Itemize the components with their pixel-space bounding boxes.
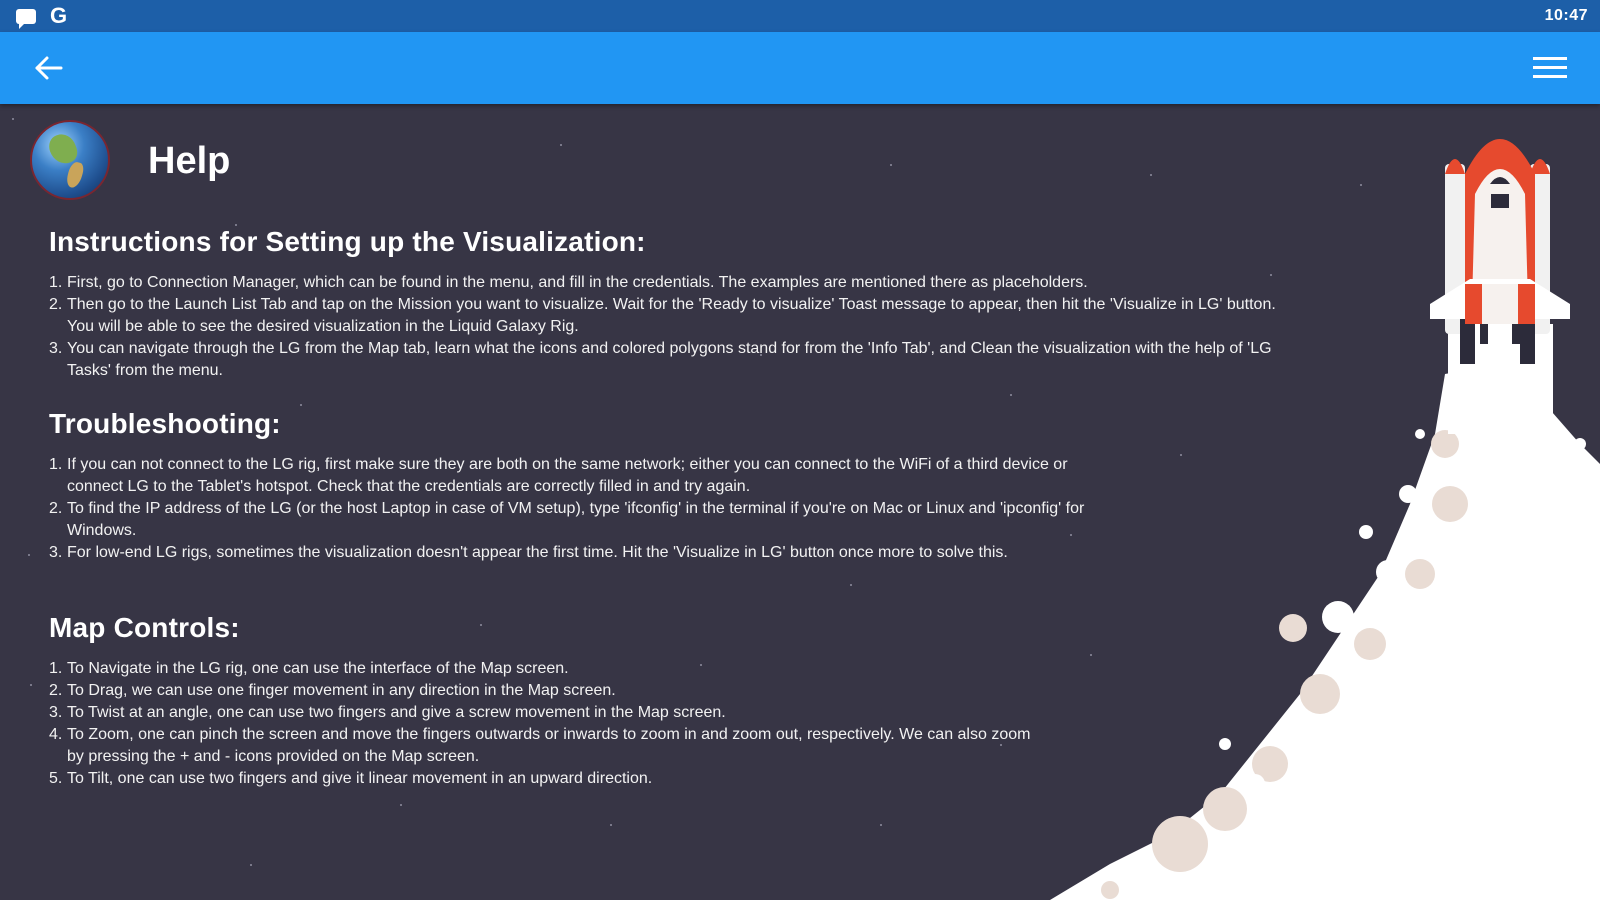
- arrow-left-icon: [35, 56, 63, 80]
- hamburger-menu-icon: [1533, 57, 1567, 78]
- back-button[interactable]: [28, 48, 68, 88]
- section-troubleshooting: Troubleshooting: 1. If you can not connec…: [49, 408, 1109, 564]
- list-item: 3. For low-end LG rigs, sometimes the vis…: [49, 544, 1008, 561]
- troubleshooting-list: 1. If you can not connect to the LG rig, …: [49, 454, 1109, 564]
- globe-icon: [30, 120, 110, 200]
- status-time: 10:47: [1544, 7, 1588, 24]
- list-item: 2. To find the IP address of the LG (or t…: [49, 500, 1085, 539]
- smoke-cloud: [1050, 364, 1600, 900]
- status-icons: G: [16, 3, 68, 29]
- list-item: 1. If you can not connect to the LG rig, …: [49, 456, 1068, 495]
- map-controls-list: 1. To Navigate in the LG rig, one can use…: [49, 658, 1049, 790]
- list-item: 2. To Drag, we can use one finger movemen…: [49, 682, 616, 699]
- section-heading: Map Controls:: [49, 612, 240, 643]
- page-title: Help: [148, 140, 231, 182]
- list-item: 1. To Navigate in the LG rig, one can use…: [49, 660, 569, 677]
- help-content: Help Instructions for Setting up the Vis…: [0, 104, 1600, 900]
- list-item: 3. To Twist at an angle, one can use two …: [49, 704, 726, 721]
- google-icon: G: [50, 3, 68, 28]
- rocket-launch-illustration: [1050, 139, 1600, 900]
- section-heading: Troubleshooting:: [49, 408, 281, 439]
- section-map-controls: Map Controls: 1. To Navigate in the LG ri…: [49, 612, 1049, 790]
- menu-button[interactable]: [1530, 48, 1570, 88]
- status-bar: G 10:47: [0, 0, 1600, 32]
- message-icon: [16, 8, 36, 29]
- app-bar: [0, 32, 1600, 104]
- list-item: 4. To Zoom, one can pinch the screen and …: [49, 726, 1031, 765]
- list-item: 5. To Tilt, one can use two fingers and g…: [49, 770, 653, 787]
